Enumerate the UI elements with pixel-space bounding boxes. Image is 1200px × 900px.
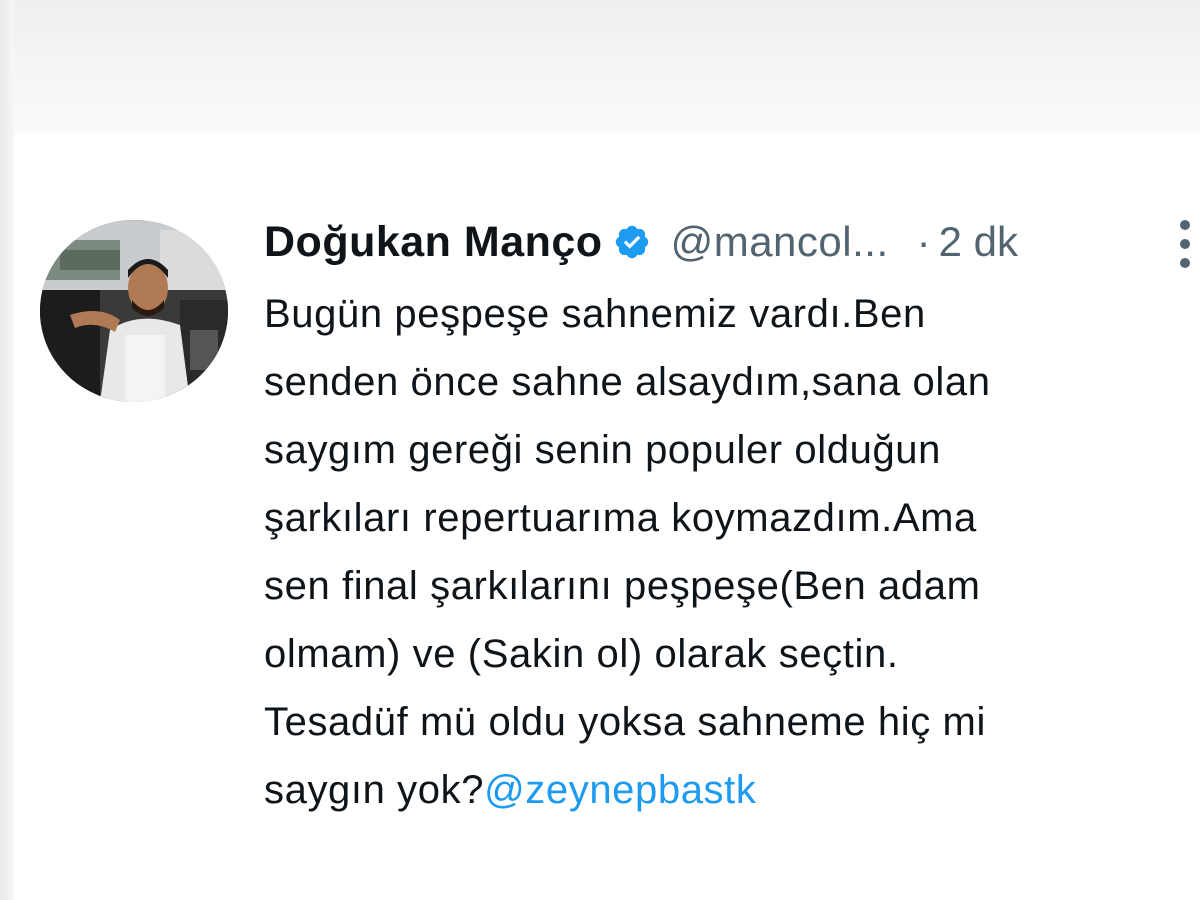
tweet-text-line: saygım gereği senin populer olduğun xyxy=(264,428,941,472)
tweet-text-line: sen final şarkılarını peşpeşe(Ben adam xyxy=(264,564,981,608)
mention-link[interactable]: @zeynepbastk xyxy=(484,768,756,812)
tweet-header: Doğukan Manço @mancol... · 2 dk xyxy=(264,212,1194,272)
left-edge-shadow xyxy=(0,0,14,900)
verified-badge-icon xyxy=(613,223,651,261)
tweet-text-line: Bugün peşpeşe sahnemiz vardı.Ben xyxy=(264,292,926,336)
top-background xyxy=(0,0,1200,135)
tweet-text: Bugün peşpeşe sahnemiz vardı.Ben senden … xyxy=(264,280,1184,824)
profile-photo-icon xyxy=(40,220,228,402)
avatar[interactable] xyxy=(40,220,228,402)
tweet-text-line: olmam) ve (Sakin ol) olarak seçtin. xyxy=(264,632,899,676)
author-display-name[interactable]: Doğukan Manço xyxy=(264,218,603,267)
tweet-text-fragment: saygın yok? xyxy=(264,768,485,812)
tweet-timestamp[interactable]: 2 dk xyxy=(939,218,1018,266)
tweet-text-line: Tesadüf mü oldu yoksa sahneme hiç mi xyxy=(264,700,986,744)
tweet-text-line: şarkıları repertuarıma koymazdım.Ama xyxy=(264,496,977,540)
separator-dot: · xyxy=(916,218,931,265)
tweet-text-last-line: saygın yok?@zeynepbastk xyxy=(264,756,1184,824)
author-handle[interactable]: @mancol... xyxy=(671,218,889,266)
tweet-text-line: senden önce sahne alsaydım,sana olan xyxy=(264,360,991,404)
more-options-icon[interactable] xyxy=(1168,212,1200,276)
